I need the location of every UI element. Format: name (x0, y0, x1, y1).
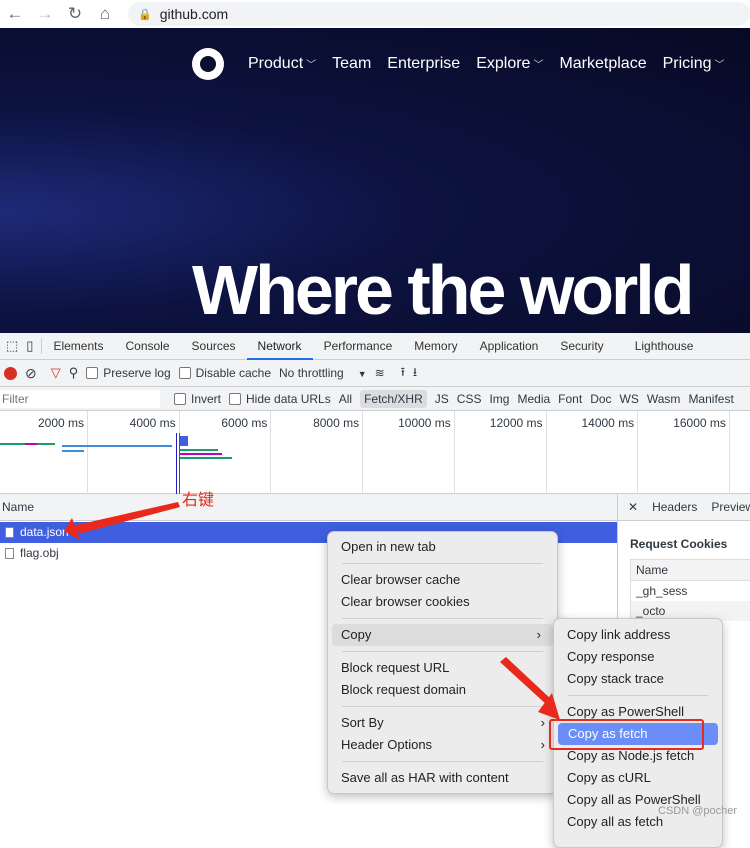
annotation-arrows (64, 502, 560, 720)
annotation-right-click: 右键 (182, 492, 215, 509)
arrow-icon (66, 502, 180, 533)
arrow-icon (500, 657, 552, 705)
watermark: CSDN @pocher (658, 805, 738, 817)
